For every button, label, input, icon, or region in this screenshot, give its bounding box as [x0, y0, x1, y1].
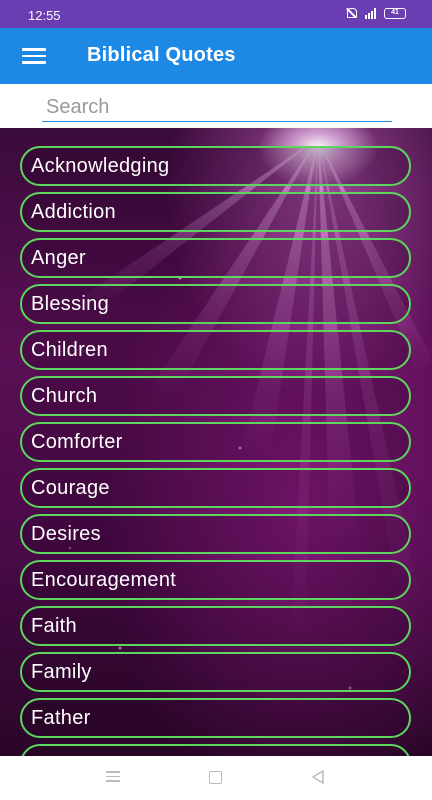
recents-icon[interactable] — [106, 771, 120, 783]
back-icon[interactable] — [311, 770, 325, 784]
app-title: Biblical Quotes — [87, 44, 236, 66]
status-bar: 12:55 41 — [0, 0, 432, 28]
topic-item[interactable]: Comforter — [20, 422, 411, 462]
topic-item[interactable]: Acknowledging — [20, 146, 411, 186]
signal-icon — [365, 7, 376, 19]
status-time: 12:55 — [28, 8, 61, 23]
search-input[interactable] — [42, 94, 392, 122]
app-bar: Biblical Quotes — [0, 28, 432, 84]
topic-item[interactable] — [20, 744, 411, 756]
do-not-disturb-icon — [346, 7, 357, 19]
topic-item[interactable]: Faith — [20, 606, 411, 646]
topic-item[interactable]: Addiction — [20, 192, 411, 232]
home-icon[interactable] — [209, 771, 222, 784]
topic-item[interactable]: Family — [20, 652, 411, 692]
topic-list-background: Acknowledging Addiction Anger Blessing Child… — [0, 128, 432, 756]
topic-item[interactable]: Courage — [20, 468, 411, 508]
topic-item[interactable]: Anger — [20, 238, 411, 278]
status-icons: 41 — [346, 7, 406, 19]
hamburger-menu-icon[interactable] — [22, 48, 46, 64]
topic-item[interactable]: Desires — [20, 514, 411, 554]
topic-item[interactable]: Blessing — [20, 284, 411, 324]
topic-item[interactable]: Children — [20, 330, 411, 370]
topic-item[interactable]: Church — [20, 376, 411, 416]
topic-item[interactable]: Father — [20, 698, 411, 738]
search-bar — [0, 84, 432, 128]
topic-item[interactable]: Encouragement — [20, 560, 411, 600]
battery-icon: 41 — [384, 7, 406, 19]
system-nav-bar — [0, 756, 432, 800]
